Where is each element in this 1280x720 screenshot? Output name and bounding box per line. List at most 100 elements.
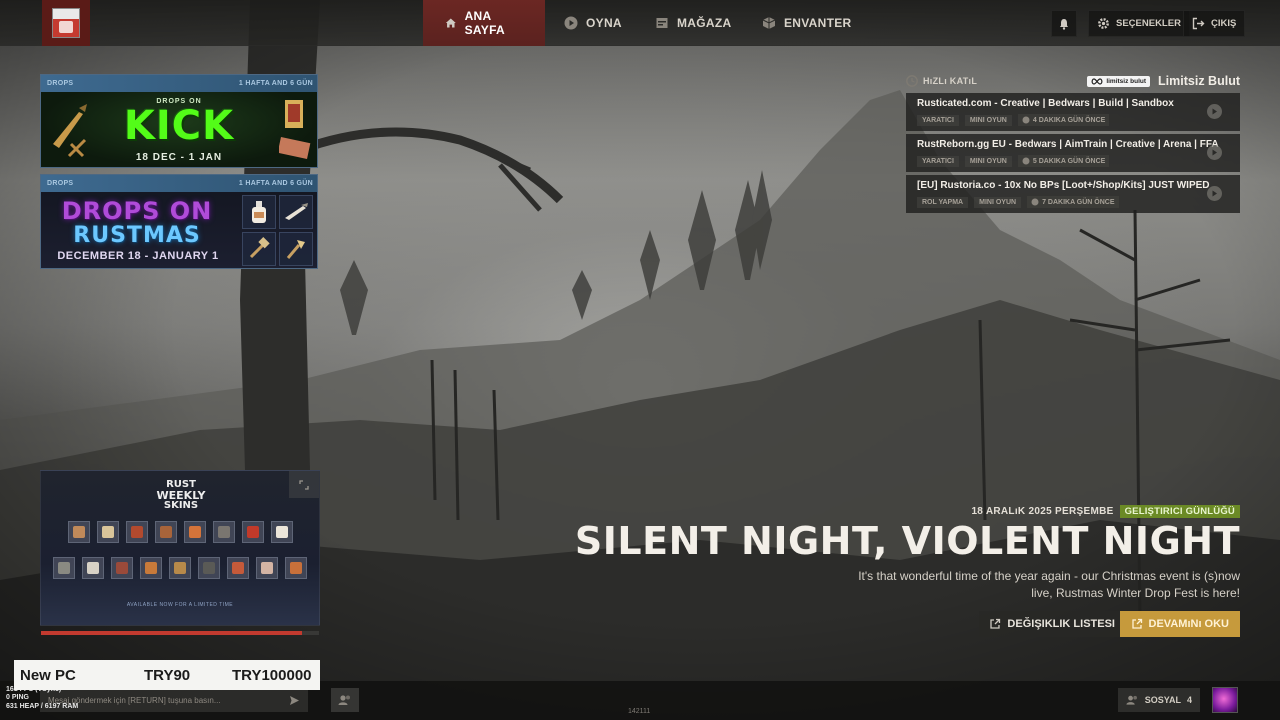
drops-kick-card[interactable]: DROPS 1 HAFTA AND 6 GÜN DROPS ON KICK 18… [40, 74, 318, 168]
sponsor-logo: limitsiz bulut [1087, 75, 1151, 87]
server-play-button[interactable] [1207, 104, 1222, 119]
expand-icon [299, 479, 309, 490]
server-tag: YARATICI [917, 114, 959, 126]
quick-join-label: HıZLı KATıL [923, 76, 978, 86]
server-row[interactable]: Rusticated.com - Creative | Bedwars | Bu… [906, 93, 1240, 131]
external-link-icon [990, 618, 1001, 629]
skin-item-icon [97, 521, 119, 543]
clock-icon [1031, 198, 1039, 206]
read-more-button[interactable]: DEVAMıNı OKU [1119, 611, 1240, 637]
drops-rustmas-banner: DROPS ON RUSTMAS DECEMBER 18 - JANUARY 1 [41, 192, 317, 268]
kick-dates: 18 DEC - 1 JAN [135, 152, 223, 163]
axe-skin-icon [279, 232, 313, 266]
expand-button[interactable] [289, 471, 319, 498]
social-count: 4 [1186, 695, 1192, 705]
changelog-button[interactable]: DEĞIŞIKLIK LISTESI [979, 611, 1125, 637]
rust-logo-button[interactable] [42, 0, 90, 46]
quick-join-header: HıZLı KATıL limitsiz bulut Limitsiz Bulu… [906, 72, 1240, 90]
drops-rustmas-header: DROPS 1 HAFTA AND 6 GÜN [41, 175, 317, 192]
bottle-skin-icon [242, 195, 276, 229]
nav-home-label: ANA SAYFA [464, 9, 505, 37]
sponsor-name: Limitsiz Bulut [1158, 74, 1240, 88]
changelog-label: DEĞIŞIKLIK LISTESI [1007, 618, 1115, 630]
skins-row-2 [53, 557, 307, 579]
kick-title: KICK [123, 103, 235, 149]
chat-placeholder: Mesaj göndermek için [RETURN] tuşuna bas… [48, 695, 221, 705]
skins-title-line3: SKINS [163, 500, 199, 511]
skins-row-1 [68, 521, 293, 543]
skins-progress-fill [41, 631, 303, 635]
price-overlay: New PC TRY90 TRY100000 [14, 660, 320, 690]
nav-store[interactable]: MAĞAZA [655, 0, 731, 46]
skin-item-icon [68, 521, 90, 543]
inventory-icon [762, 17, 776, 29]
gear-icon [1098, 18, 1109, 29]
news-date-row: 18 ARALıK 2025 PERŞEMBE GELIŞTIRICI GÜNL… [971, 505, 1240, 518]
rust-logo-icon [52, 8, 80, 38]
skin-item-icon [271, 521, 293, 543]
weekly-skins-card[interactable]: RUST WEEKLY SKINS AVAILABLE NOW FOR A LI… [40, 470, 320, 626]
users-icon [1126, 695, 1137, 705]
weekly-skins-title: RUST WEEKLY SKINS [141, 480, 221, 511]
store-icon [656, 18, 668, 28]
news-date: 18 ARALıK 2025 PERŞEMBE [971, 506, 1114, 517]
sponsor-brand[interactable]: limitsiz bulut Limitsiz Bulut [1087, 74, 1240, 88]
server-tag: YARATICI [917, 155, 959, 167]
server-tag: MINI OYUN [964, 155, 1012, 167]
news-title: SILENT NIGHT, VIOLENT NIGHT [574, 519, 1240, 563]
nav-home[interactable]: ANA SAYFA [423, 0, 545, 46]
quit-button[interactable]: ÇIKIŞ [1183, 10, 1246, 37]
server-wipe-time: 5 DAKIKA GÜN ÖNCE [1017, 155, 1110, 167]
quick-join-title: HıZLı KATıL [906, 75, 977, 87]
news-description: It's that wonderful time of the year aga… [858, 569, 1240, 600]
play-icon [564, 16, 578, 30]
nav-play[interactable]: OYNA [564, 0, 622, 46]
server-row[interactable]: [EU] Rustoria.co - 10x No BPs [Loot+/Sho… [906, 175, 1240, 213]
server-meta: YARATICI MINI OYUN 4 DAKIKA GÜN ÖNCE [917, 114, 1240, 126]
skin-item-icon [82, 557, 104, 579]
skin-item-icon [140, 557, 162, 579]
skin-item-icon [111, 557, 133, 579]
server-row[interactable]: RustReborn.gg EU - Bedwars | AimTrain | … [906, 134, 1240, 172]
social-label: SOSYAL [1144, 695, 1181, 705]
top-nav-bar: ANA SAYFA OYNA MAĞAZA ENVANTER SEÇENEKLE… [0, 0, 1280, 46]
options-button[interactable]: SEÇENEKLER [1088, 10, 1190, 37]
rustmas-title-line1: DROPS ON [61, 197, 213, 225]
overlay-name: New PC [20, 666, 76, 684]
rustmas-title-line2: RUSTMAS [73, 223, 201, 248]
server-time-label: 5 DAKIKA GÜN ÖNCE [1032, 157, 1106, 165]
notifications-button[interactable] [1051, 10, 1077, 37]
skin-item-icon [285, 557, 307, 579]
nav-inventory[interactable]: ENVANTER [762, 0, 852, 46]
drops-rustmas-card[interactable]: DROPS 1 HAFTA AND 6 GÜN DROPS ON RUSTMAS… [40, 174, 318, 269]
chat-input[interactable]: Mesaj göndermek için [RETURN] tuşuna bas… [40, 688, 308, 712]
friends-button[interactable] [331, 688, 359, 712]
quit-label: ÇIKIŞ [1211, 18, 1237, 29]
drops-tag: DROPS [47, 180, 74, 187]
external-link-icon [1131, 618, 1142, 629]
options-label: SEÇENEKLER [1116, 18, 1181, 29]
server-name: RustReborn.gg EU - Bedwars | AimTrain | … [917, 139, 1219, 150]
drops-time-left: 1 HAFTA AND 6 GÜN [238, 180, 313, 187]
overlay-price-b: TRY100000 [232, 666, 312, 684]
sponsor-pill-text: limitsiz bulut [1106, 77, 1147, 85]
overlay-price-a: TRY90 [144, 666, 191, 684]
rustmas-dates: DECEMBER 18 - JANUARY 1 [57, 250, 219, 262]
server-name: [EU] Rustoria.co - 10x No BPs [Loot+/Sho… [917, 180, 1210, 191]
send-icon[interactable] [289, 695, 300, 706]
server-play-button[interactable] [1207, 145, 1222, 160]
drops-kick-header: DROPS 1 HAFTA AND 6 GÜN [41, 75, 317, 92]
skin-item-icon [242, 521, 264, 543]
skin-item-icon [256, 557, 278, 579]
social-button[interactable]: SOSYAL 4 [1118, 688, 1200, 712]
skin-item-icon [213, 521, 235, 543]
drops-kick-banner: DROPS ON KICK 18 DEC - 1 JAN [41, 92, 317, 167]
server-tag: MINI OYUN [974, 196, 1022, 208]
skin-item-icon [184, 521, 206, 543]
server-time-label: 4 DAKIKA GÜN ÖNCE [1032, 116, 1106, 124]
server-wipe-time: 4 DAKIKA GÜN ÖNCE [1017, 114, 1110, 126]
skins-note: AVAILABLE NOW FOR A LIMITED TIME [126, 602, 234, 608]
server-play-button[interactable] [1207, 186, 1222, 201]
avatar[interactable] [1212, 687, 1238, 713]
play-icon [1212, 190, 1217, 197]
